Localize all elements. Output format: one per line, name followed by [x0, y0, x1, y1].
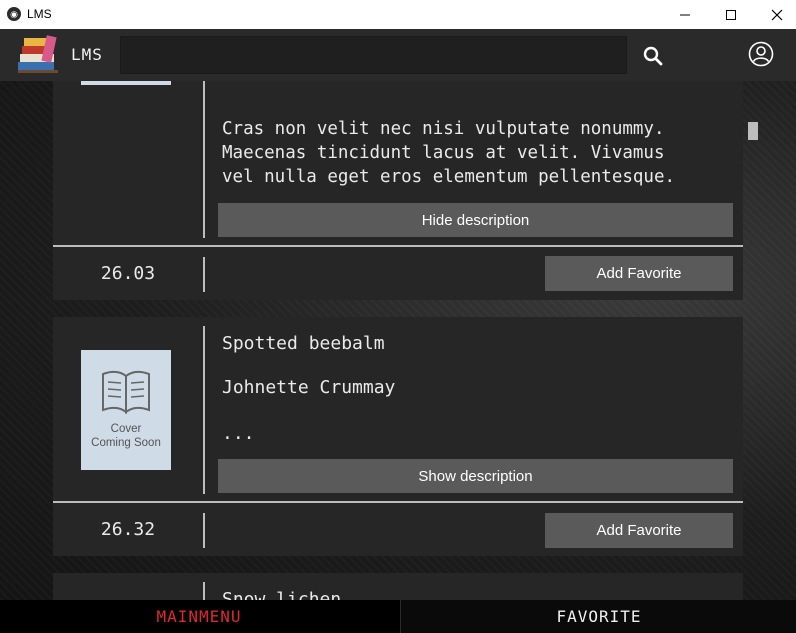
open-book-icon — [102, 370, 150, 415]
search-icon — [643, 46, 663, 66]
book-card: Cover Coming Soon Spotted beebalm Johnet… — [53, 317, 743, 556]
close-icon — [771, 9, 783, 20]
search-button[interactable] — [640, 43, 666, 69]
cover-caption: Coming Soon — [91, 437, 161, 449]
book-title: Spotted beebalm — [222, 333, 385, 354]
close-button[interactable] — [754, 0, 796, 29]
column-divider — [203, 81, 205, 238]
minimize-icon — [680, 14, 690, 15]
app-logo-text: LMS — [71, 45, 103, 64]
book-card: Snow lichen — [53, 573, 743, 600]
column-divider — [203, 257, 205, 292]
book-card: Cras non velit nec nisi vulputate nonumm… — [53, 81, 743, 300]
book-description: ... — [222, 423, 255, 444]
add-favorite-button[interactable]: Add Favorite — [545, 256, 733, 291]
book-title: Snow lichen — [222, 589, 342, 600]
column-divider — [203, 582, 205, 600]
minimize-button[interactable] — [662, 0, 708, 29]
window-titlebar: ◉ LMS — [0, 0, 796, 29]
tab-favorite[interactable]: FAVORITE — [400, 600, 796, 633]
books-logo-icon — [18, 35, 58, 73]
scrollbar-thumb[interactable] — [748, 122, 758, 140]
card-divider — [53, 245, 743, 247]
app-header: LMS — [0, 29, 796, 81]
book-price: 26.03 — [100, 263, 156, 284]
card-divider — [53, 501, 743, 503]
search-input[interactable] — [120, 36, 627, 74]
description-line: vel nulla eget eros elementum pellentesq… — [222, 167, 676, 187]
tab-mainmenu[interactable]: MAINMENU — [0, 600, 398, 633]
maximize-button[interactable] — [708, 0, 754, 29]
account-button[interactable] — [748, 41, 774, 67]
description-line: Cras non velit nec nisi vulputate nonumm… — [222, 119, 665, 139]
column-divider — [203, 326, 205, 494]
book-author: Johnette Crummay — [222, 377, 396, 398]
app-logo-icon: ◉ — [7, 7, 21, 21]
add-favorite-button[interactable]: Add Favorite — [545, 513, 733, 548]
account-icon — [748, 41, 774, 67]
cover-caption: Cover — [110, 423, 142, 435]
bottom-navigation: MAINMENU FAVORITE — [0, 600, 796, 633]
column-divider — [203, 513, 205, 548]
book-cover-image — [81, 81, 171, 85]
book-description: Cras non velit nec nisi vulputate nonumm… — [222, 117, 675, 189]
book-price: 26.32 — [100, 519, 156, 540]
book-list[interactable]: Cras non velit nec nisi vulputate nonumm… — [0, 81, 796, 600]
hide-description-button[interactable]: Hide description — [218, 203, 733, 237]
description-line: Maecenas tincidunt lacus at velit. Vivam… — [222, 143, 665, 163]
window-title: LMS — [27, 7, 52, 21]
maximize-icon — [726, 9, 736, 20]
show-description-button[interactable]: Show description — [218, 459, 733, 493]
book-cover-placeholder: Cover Coming Soon — [81, 350, 171, 470]
